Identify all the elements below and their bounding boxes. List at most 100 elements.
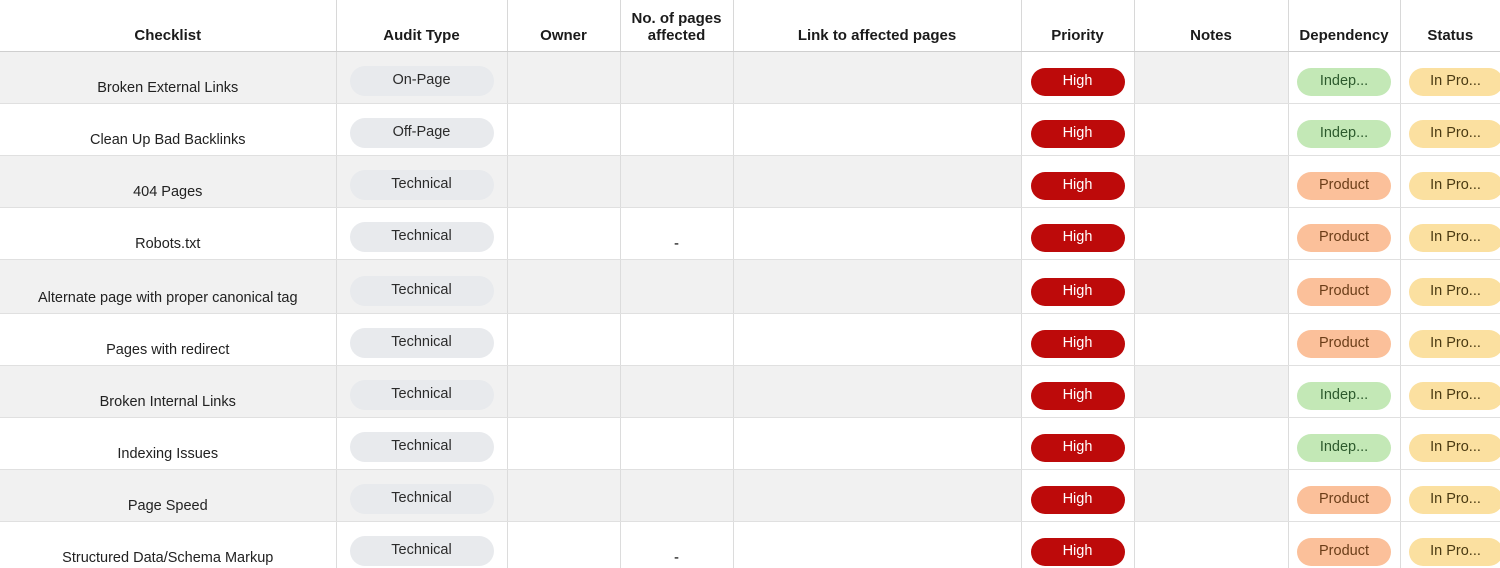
status-badge[interactable]: In Pro... (1408, 224, 1500, 252)
cell-pages-affected[interactable] (620, 103, 734, 156)
cell-owner[interactable] (507, 365, 621, 418)
status-badge[interactable]: In Pro... (1408, 278, 1500, 306)
table-row[interactable]: Structured Data/Schema Markup Technical - H… (0, 521, 1500, 568)
table-row[interactable]: Clean Up Bad Backlinks Off-Page High Indep.… (0, 103, 1500, 156)
priority-badge[interactable]: High (1030, 538, 1125, 566)
cell-status[interactable]: In Pro... (1400, 417, 1500, 470)
cell-checklist[interactable]: Page Speed (0, 469, 337, 522)
dependency-badge[interactable]: Product (1297, 278, 1391, 306)
cell-priority[interactable]: High (1021, 521, 1135, 568)
dependency-badge[interactable]: Indep... (1297, 120, 1391, 148)
cell-notes[interactable] (1134, 469, 1289, 522)
cell-checklist[interactable]: Alternate page with proper canonical tag (0, 259, 337, 314)
cell-pages-affected[interactable] (620, 417, 734, 470)
audit-type-chip[interactable]: Technical (349, 484, 494, 514)
cell-checklist[interactable]: Broken External Links (0, 51, 337, 104)
cell-link-to-affected-pages[interactable] (733, 207, 1022, 260)
cell-dependency[interactable]: Indep... (1288, 51, 1401, 104)
cell-audit-type[interactable]: Technical (336, 469, 508, 522)
cell-status[interactable]: In Pro... (1400, 365, 1500, 418)
cell-checklist[interactable]: Indexing Issues (0, 417, 337, 470)
table-row[interactable]: Alternate page with proper canonical tag… (0, 259, 1500, 314)
cell-dependency[interactable]: Indep... (1288, 417, 1401, 470)
dependency-badge[interactable]: Product (1297, 486, 1391, 514)
cell-dependency[interactable]: Product (1288, 521, 1401, 568)
cell-status[interactable]: In Pro... (1400, 51, 1500, 104)
cell-audit-type[interactable]: Technical (336, 259, 508, 314)
cell-link-to-affected-pages[interactable] (733, 155, 1022, 208)
cell-owner[interactable] (507, 469, 621, 522)
cell-link-to-affected-pages[interactable] (733, 469, 1022, 522)
cell-priority[interactable]: High (1021, 469, 1135, 522)
cell-priority[interactable]: High (1021, 207, 1135, 260)
cell-priority[interactable]: High (1021, 155, 1135, 208)
priority-badge[interactable]: High (1030, 172, 1125, 200)
cell-owner[interactable] (507, 207, 621, 260)
audit-type-chip[interactable]: On-Page (349, 66, 494, 96)
cell-pages-affected[interactable] (620, 313, 734, 366)
status-badge[interactable]: In Pro... (1408, 68, 1500, 96)
cell-pages-affected[interactable]: - (620, 521, 734, 568)
cell-dependency[interactable]: Product (1288, 469, 1401, 522)
cell-checklist[interactable]: Robots.txt (0, 207, 337, 260)
cell-priority[interactable]: High (1021, 365, 1135, 418)
audit-type-chip[interactable]: Technical (349, 536, 494, 566)
cell-notes[interactable] (1134, 103, 1289, 156)
dependency-badge[interactable]: Indep... (1297, 434, 1391, 462)
cell-pages-affected[interactable]: - (620, 207, 734, 260)
cell-dependency[interactable]: Product (1288, 207, 1401, 260)
cell-notes[interactable] (1134, 417, 1289, 470)
cell-checklist[interactable]: 404 Pages (0, 155, 337, 208)
cell-priority[interactable]: High (1021, 313, 1135, 366)
cell-status[interactable]: In Pro... (1400, 103, 1500, 156)
table-row[interactable]: Broken External Links On-Page High Indep...… (0, 51, 1500, 104)
status-badge[interactable]: In Pro... (1408, 434, 1500, 462)
cell-owner[interactable] (507, 259, 621, 314)
cell-audit-type[interactable]: Technical (336, 155, 508, 208)
audit-type-chip[interactable]: Technical (349, 222, 494, 252)
cell-link-to-affected-pages[interactable] (733, 365, 1022, 418)
dependency-badge[interactable]: Product (1297, 538, 1391, 566)
column-header-owner[interactable]: Owner (507, 0, 621, 52)
status-badge[interactable]: In Pro... (1408, 172, 1500, 200)
dependency-badge[interactable]: Product (1297, 172, 1391, 200)
priority-badge[interactable]: High (1030, 278, 1125, 306)
cell-link-to-affected-pages[interactable] (733, 313, 1022, 366)
cell-audit-type[interactable]: Technical (336, 521, 508, 568)
cell-audit-type[interactable]: Off-Page (336, 103, 508, 156)
audit-type-chip[interactable]: Technical (349, 328, 494, 358)
table-row[interactable]: Page Speed Technical High Product In Pro... (0, 469, 1500, 522)
priority-badge[interactable]: High (1030, 224, 1125, 252)
status-badge[interactable]: In Pro... (1408, 330, 1500, 358)
cell-owner[interactable] (507, 417, 621, 470)
cell-link-to-affected-pages[interactable] (733, 259, 1022, 314)
priority-badge[interactable]: High (1030, 434, 1125, 462)
cell-notes[interactable] (1134, 365, 1289, 418)
cell-link-to-affected-pages[interactable] (733, 51, 1022, 104)
cell-status[interactable]: In Pro... (1400, 469, 1500, 522)
cell-status[interactable]: In Pro... (1400, 259, 1500, 314)
audit-type-chip[interactable]: Technical (349, 432, 494, 462)
priority-badge[interactable]: High (1030, 486, 1125, 514)
cell-dependency[interactable]: Product (1288, 259, 1401, 314)
dependency-badge[interactable]: Indep... (1297, 68, 1391, 96)
cell-owner[interactable] (507, 51, 621, 104)
cell-audit-type[interactable]: Technical (336, 417, 508, 470)
cell-dependency[interactable]: Indep... (1288, 103, 1401, 156)
dependency-badge[interactable]: Product (1297, 330, 1391, 358)
column-header-link-to-affected-pages[interactable]: Link to affected pages (733, 0, 1022, 52)
cell-notes[interactable] (1134, 521, 1289, 568)
column-header-status[interactable]: Status (1400, 0, 1500, 52)
cell-notes[interactable] (1134, 259, 1289, 314)
cell-notes[interactable] (1134, 155, 1289, 208)
dependency-badge[interactable]: Indep... (1297, 382, 1391, 410)
column-header-checklist[interactable]: Checklist (0, 0, 337, 52)
cell-status[interactable]: In Pro... (1400, 521, 1500, 568)
cell-owner[interactable] (507, 103, 621, 156)
cell-dependency[interactable]: Product (1288, 155, 1401, 208)
column-header-notes[interactable]: Notes (1134, 0, 1289, 52)
cell-audit-type[interactable]: Technical (336, 365, 508, 418)
cell-link-to-affected-pages[interactable] (733, 417, 1022, 470)
cell-notes[interactable] (1134, 207, 1289, 260)
cell-owner[interactable] (507, 155, 621, 208)
